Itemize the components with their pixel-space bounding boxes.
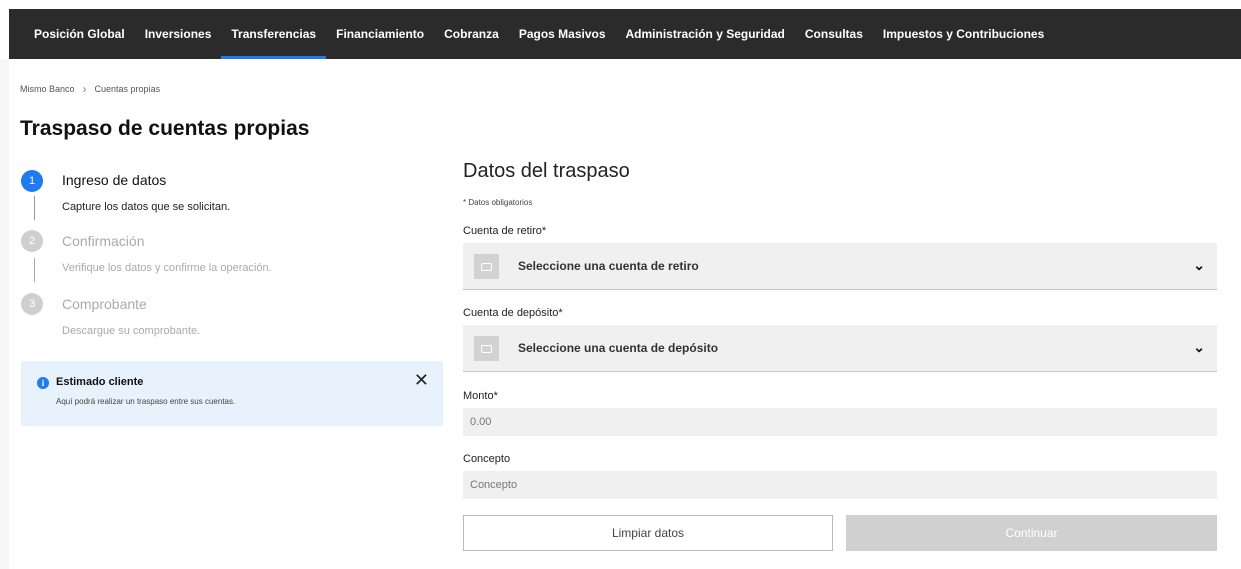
nav-item-administracion-seguridad[interactable]: Administración y Seguridad [616,9,795,59]
withdraw-account-select[interactable]: Seleccione una cuenta de retiro ⌄ [463,243,1217,290]
concept-label: Concepto [463,453,511,465]
continue-button[interactable]: Continuar [846,515,1217,551]
amount-label: Monto* [463,390,498,402]
deposit-account-value: Seleccione una cuenta de depósito [518,341,719,355]
step-desc: Capture los datos que se solicitan. [62,201,231,213]
chevron-down-icon: ⌄ [1193,257,1205,273]
breadcrumb-root[interactable]: Mismo Banco [20,84,75,94]
nav-item-cobranza[interactable]: Cobranza [434,9,509,59]
nav-item-consultas[interactable]: Consultas [795,9,873,59]
required-note: * Datos obligatorios [463,198,533,207]
nav-item-inversiones[interactable]: Inversiones [135,9,222,59]
step-number: 1 [21,170,43,192]
nav-item-impuestos[interactable]: Impuestos y Contribuciones [873,9,1054,59]
top-strip [0,0,1241,9]
step-number: 3 [21,293,43,315]
step-title: Comprobante [62,296,147,312]
left-edge [0,59,9,569]
page-title: Traspaso de cuentas propias [20,117,310,140]
chevron-down-icon: ⌄ [1193,339,1205,355]
main-nav: Posición Global Inversiones Transferenci… [9,9,1241,59]
step-desc: Descargue su comprobante. [62,325,201,337]
step-title: Ingreso de datos [62,172,167,188]
clear-button[interactable]: Limpiar datos [463,515,833,551]
info-text: Aquí podrá realizar un traspaso entre su… [56,397,236,406]
nav-item-posicion-global[interactable]: Posición Global [24,9,135,59]
info-title: Estimado cliente [56,376,144,388]
withdraw-account-value: Seleccione una cuenta de retiro [518,259,699,273]
step-title: Confirmación [62,233,145,249]
concept-input[interactable] [463,471,1217,499]
nav-item-financiamiento[interactable]: Financiamiento [326,9,434,59]
amount-input[interactable] [463,408,1217,436]
info-notice: i Estimado cliente Aquí podrá realizar u… [21,361,443,426]
step-connector [34,258,35,282]
withdraw-account-label: Cuenta de retiro* [463,225,547,237]
step-connector [34,196,35,220]
breadcrumb-current: Cuentas propias [94,84,161,94]
deposit-account-label: Cuenta de depósito* [463,307,563,319]
nav-item-pagos-masivos[interactable]: Pagos Masivos [509,9,616,59]
nav-item-transferencias[interactable]: Transferencias [221,9,326,59]
close-icon[interactable]: ✕ [414,371,429,389]
breadcrumb: Mismo Banco › Cuentas propias [20,81,161,96]
form-title: Datos del traspaso [463,160,630,182]
info-icon: i [37,377,49,389]
deposit-account-select[interactable]: Seleccione una cuenta de depósito ⌄ [463,325,1217,372]
step-desc: Verifique los datos y confirme la operac… [62,262,272,274]
account-card-icon [474,254,499,279]
step-number: 2 [21,230,43,252]
chevron-right-icon: › [82,81,87,96]
account-card-icon [474,336,499,361]
